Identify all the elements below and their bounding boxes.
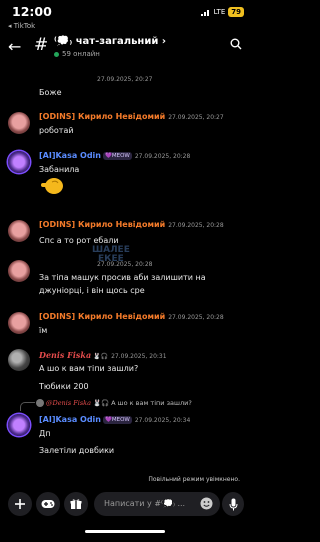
avatar[interactable] — [8, 312, 30, 334]
reply-text: А шо к вам тіпи зашли? — [111, 399, 192, 407]
gift-icon — [70, 499, 82, 509]
role-badge: 🐰🎧 — [93, 353, 109, 360]
message-text: Тюбики 200 — [39, 382, 89, 391]
message-text: роботай — [39, 126, 74, 135]
activities-button[interactable] — [36, 492, 60, 516]
message-header: [ODINS] Кирило Невідомий 27.09.2025, 20:2… — [39, 220, 224, 229]
reply-connector — [20, 402, 35, 411]
message-timestamp: 27.09.2025, 20:31 — [111, 353, 167, 360]
message-input-placeholder: Написати у #⁽💭₎ ... — [104, 499, 186, 508]
message-text: їм — [39, 326, 48, 335]
clock: 12:00 — [12, 4, 52, 19]
avatar[interactable] — [8, 220, 30, 242]
plus-icon — [15, 499, 25, 509]
message-header: [AI]Kasa Odin 💜MEOW 27.09.2025, 20:34 — [39, 415, 190, 424]
microphone-icon — [229, 498, 237, 510]
signal-icon — [200, 9, 209, 16]
message-text: Боже — [39, 88, 62, 97]
gamepad-icon — [41, 500, 55, 508]
pointing-hand-sticker[interactable] — [40, 177, 64, 195]
message-header: [ODINS] Кирило Невідомий 27.09.2025, 20:2… — [39, 112, 224, 121]
author-name[interactable]: [AI]Kasa Odin — [39, 151, 101, 160]
status-icons: LTE 79 — [200, 7, 244, 17]
avatar[interactable] — [8, 112, 30, 134]
message-header: [ODINS] Кирило Невідомий 27.09.2025, 20:2… — [39, 312, 224, 321]
voice-message-button[interactable] — [222, 492, 244, 516]
message-text: А шо к вам тіпи зашли? — [39, 364, 139, 373]
back-to-app-link[interactable]: ◂ TikTok — [8, 22, 35, 30]
slow-mode-notice: Повільний режим увімкнено. — [148, 476, 240, 483]
online-dot — [54, 51, 59, 57]
message-timestamp: 27.09.2025, 20:28 — [134, 153, 191, 160]
message-header: [AI]Kasa Odin 💜MEOW 27.09.2025, 20:28 — [39, 151, 190, 160]
avatar[interactable] — [8, 260, 30, 282]
gift-button[interactable] — [64, 492, 88, 516]
message-text: Спс а то рот ебали — [39, 236, 119, 245]
message-text: Дп — [39, 429, 51, 438]
reply-author: @Denis Fiska — [46, 399, 91, 407]
author-name[interactable]: [ODINS] Кирило Невідомий — [39, 112, 165, 121]
watermark: ШАЛЕЕ ЕКЕЕ — [92, 245, 130, 264]
message-input[interactable]: Написати у #⁽💭₎ ... — [94, 492, 220, 516]
author-name[interactable]: [AI]Kasa Odin — [39, 415, 101, 424]
avatar[interactable] — [8, 414, 30, 436]
message-text: За тіпа машук просив аби залишити на — [39, 273, 206, 282]
role-badge: 💜MEOW — [103, 416, 132, 424]
status-bar: 12:00 ◂ TikTok LTE 79 — [0, 0, 250, 30]
emoji-icon[interactable] — [200, 497, 213, 510]
reply-badge: 🐰🎧 — [92, 399, 110, 407]
message-timestamp: 27.09.2025, 20:28 — [168, 222, 224, 229]
channel-title[interactable]: ⁽💭₎ чат-загальний › — [54, 36, 166, 47]
message-timestamp: 27.09.2025, 20:27 — [97, 76, 153, 83]
search-icon[interactable] — [230, 38, 242, 50]
back-arrow-icon[interactable]: ← — [8, 37, 21, 56]
reply-preview[interactable]: @Denis Fiska 🐰🎧 А шо к вам тіпи зашли? — [36, 399, 192, 407]
author-name[interactable]: [ODINS] Кирило Невідомий — [39, 312, 165, 321]
author-name[interactable]: Denis Fiska — [39, 350, 91, 360]
battery-icon: 79 — [228, 7, 244, 17]
network-label: LTE — [213, 8, 226, 16]
message-header: Denis Fiska 🐰🎧 27.09.2025, 20:31 — [39, 350, 167, 360]
avatar[interactable] — [8, 349, 30, 371]
message-text: Залетіли довбики — [39, 446, 115, 455]
channel-hash-icon: # — [34, 35, 49, 55]
channel-header: ← # ⁽💭₎ чат-загальний › 59 онлайн — [0, 33, 250, 65]
author-name[interactable]: [ODINS] Кирило Невідомий — [39, 220, 165, 229]
avatar[interactable] — [8, 151, 30, 173]
role-badge: 💜MEOW — [103, 152, 132, 160]
message-feed[interactable]: 27.09.2025, 20:27 Боже [ODINS] Кирило Не… — [0, 68, 250, 483]
message-text: Забанила — [39, 165, 80, 174]
online-count-label: 59 онлайн — [62, 50, 100, 58]
online-count: 59 онлайн — [54, 50, 100, 58]
add-attachment-button[interactable] — [8, 492, 32, 516]
home-indicator[interactable] — [85, 530, 165, 533]
message-text: джуніорці, і він щось сре — [39, 286, 145, 295]
message-timestamp: 27.09.2025, 20:27 — [168, 114, 224, 121]
message-timestamp: 27.09.2025, 20:34 — [134, 417, 191, 424]
reply-avatar — [36, 399, 44, 407]
composer-bar: Написати у #⁽💭₎ ... — [0, 490, 250, 522]
message-timestamp: 27.09.2025, 20:28 — [168, 314, 224, 321]
